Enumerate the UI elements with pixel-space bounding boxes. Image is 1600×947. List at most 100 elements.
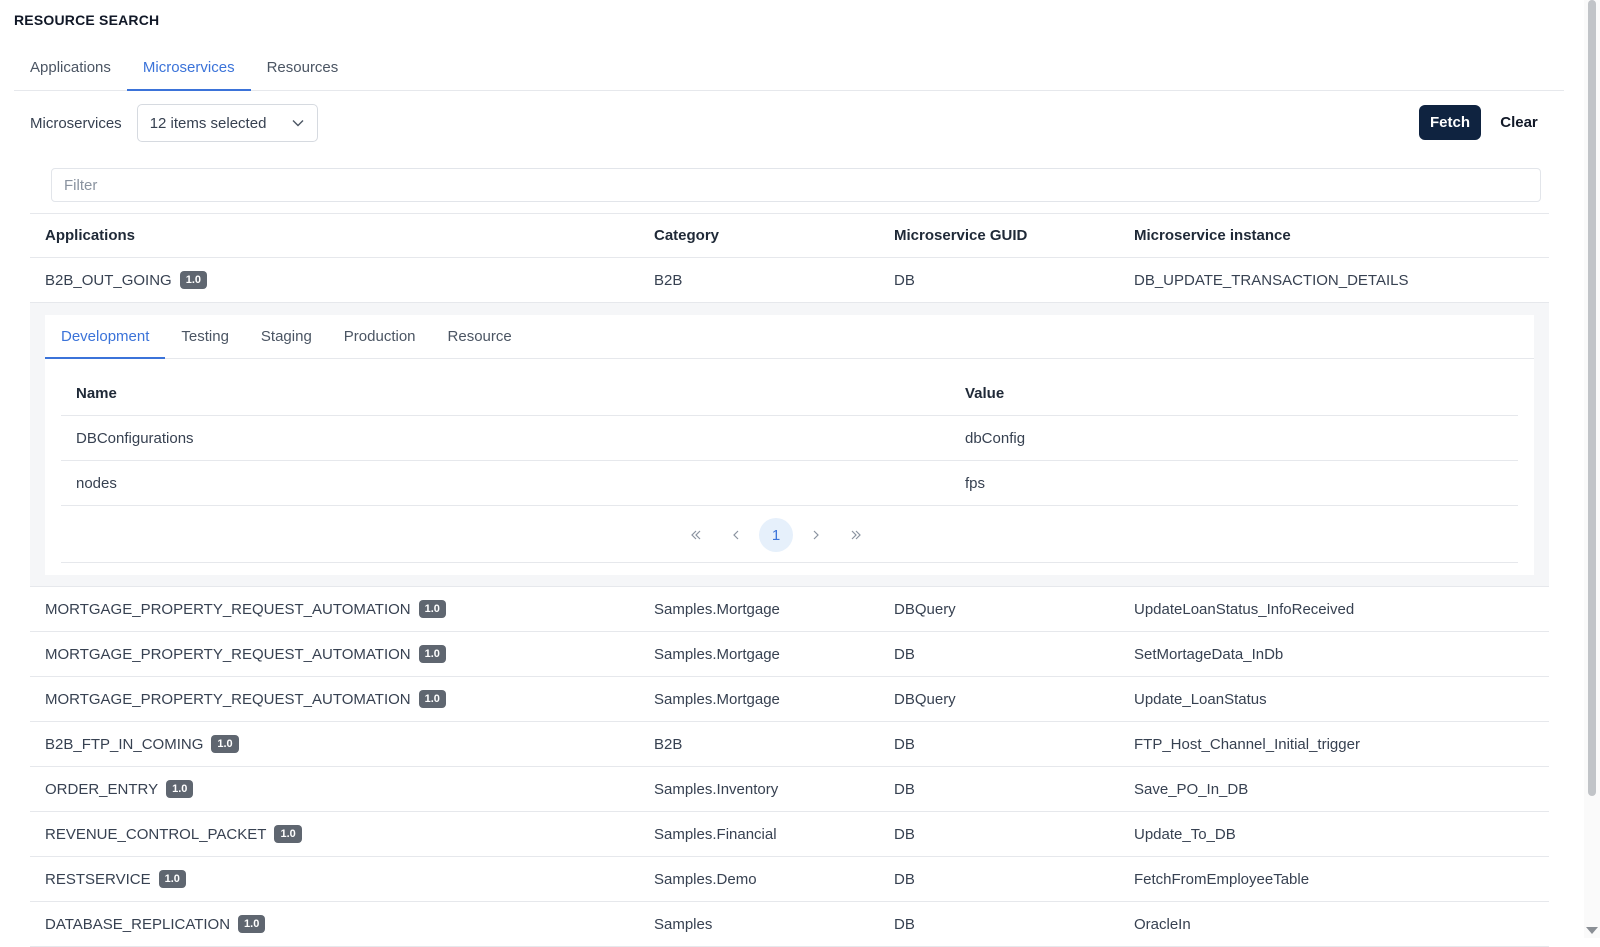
category-cell: B2B — [654, 735, 683, 753]
version-badge: 1.0 — [418, 600, 446, 618]
last-page-button[interactable] — [839, 518, 873, 552]
app-cell: RESTSERVICE 1.0 — [45, 870, 186, 888]
instance-cell: OracleIn — [1134, 915, 1191, 933]
table-row[interactable]: REVENUE_CONTROL_PACKET 1.0 Samples.Financ… — [30, 812, 1549, 857]
category-cell: Samples.Inventory — [654, 780, 779, 798]
tab-resource[interactable]: Resource — [432, 315, 528, 359]
chevron-left-icon — [733, 530, 739, 540]
category-cell: Samples.Mortgage — [654, 600, 780, 618]
microservices-select-value: 12 items selected — [149, 114, 267, 132]
category-cell: Samples.Mortgage — [654, 645, 780, 663]
instance-cell: Update_To_DB — [1134, 825, 1236, 843]
tab-staging[interactable]: Staging — [245, 315, 328, 359]
instance-cell: DB_UPDATE_TRANSACTION_DETAILS — [1134, 271, 1409, 289]
environment-tabs: Development Testing Staging Production R… — [45, 315, 1534, 359]
chevron-right-icon — [813, 530, 819, 540]
next-page-button[interactable] — [799, 518, 833, 552]
tab-production[interactable]: Production — [328, 315, 432, 359]
category-cell: Samples — [654, 915, 713, 933]
app-cell: ORDER_ENTRY 1.0 — [45, 780, 194, 798]
app-name: REVENUE_CONTROL_PACKET — [45, 825, 267, 843]
vertical-scrollbar[interactable] — [1584, 0, 1600, 938]
column-header-applications[interactable]: Applications — [45, 227, 135, 244]
guid-cell: DB — [894, 645, 915, 663]
app-name: B2B_FTP_IN_COMING — [45, 735, 204, 753]
table-row[interactable]: ORDER_ENTRY 1.0 Samples.Inventory DB Save… — [30, 767, 1549, 812]
guid-cell: DBQuery — [894, 600, 956, 618]
first-page-button[interactable] — [679, 518, 713, 552]
tab-resources[interactable]: Resources — [251, 50, 355, 91]
instance-cell: Save_PO_In_DB — [1134, 780, 1249, 798]
app-name: RESTSERVICE — [45, 870, 151, 888]
chevron-down-icon — [292, 120, 304, 127]
page-title: RESOURCE SEARCH — [14, 12, 160, 28]
version-badge: 1.0 — [418, 690, 446, 708]
table-row[interactable]: MORTGAGE_PROPERTY_REQUEST_AUTOMATION 1.0 … — [30, 632, 1549, 677]
config-table-header: Name Value — [61, 371, 1518, 416]
app-cell: MORTGAGE_PROPERTY_REQUEST_AUTOMATION 1.0 — [45, 645, 446, 663]
app-cell: MORTGAGE_PROPERTY_REQUEST_AUTOMATION 1.0 — [45, 600, 446, 618]
guid-cell: DB — [894, 870, 915, 888]
guid-cell: DBQuery — [894, 690, 956, 708]
version-badge: 1.0 — [166, 780, 194, 798]
instance-cell: FetchFromEmployeeTable — [1134, 870, 1310, 888]
instance-cell: SetMortageData_InDb — [1134, 645, 1284, 663]
column-header-name: Name — [76, 384, 117, 402]
instance-cell: Update_LoanStatus — [1134, 690, 1267, 708]
config-name: DBConfigurations — [76, 429, 194, 447]
guid-cell: DB — [894, 735, 915, 753]
page-number-button[interactable]: 1 — [759, 518, 793, 552]
category-cell: Samples.Financial — [654, 825, 777, 843]
column-header-value: Value — [965, 384, 1005, 402]
app-name: DATABASE_REPLICATION — [45, 915, 231, 933]
category-cell: Samples.Mortgage — [654, 690, 780, 708]
app-name: B2B_OUT_GOING — [45, 271, 172, 289]
app-cell: B2B_FTP_IN_COMING 1.0 — [45, 735, 239, 753]
clear-button[interactable]: Clear — [1492, 105, 1546, 140]
table-row[interactable]: RESTSERVICE 1.0 Samples.Demo DB FetchFrom… — [30, 857, 1549, 902]
table-row[interactable]: DATABASE_REPLICATION 1.0 Samples DB Oracl… — [30, 902, 1549, 947]
instance-cell: FTP_Host_Channel_Initial_trigger — [1134, 735, 1360, 753]
guid-cell: DB — [894, 780, 915, 798]
microservices-select[interactable]: 12 items selected — [136, 104, 318, 142]
app-name: MORTGAGE_PROPERTY_REQUEST_AUTOMATION — [45, 645, 411, 663]
app-cell: MORTGAGE_PROPERTY_REQUEST_AUTOMATION 1.0 — [45, 690, 446, 708]
version-badge: 1.0 — [418, 645, 446, 663]
table-row[interactable]: MORTGAGE_PROPERTY_REQUEST_AUTOMATION 1.0 … — [30, 677, 1549, 722]
table-row[interactable]: MORTGAGE_PROPERTY_REQUEST_AUTOMATION 1.0 … — [30, 587, 1549, 632]
version-badge: 1.0 — [238, 915, 266, 933]
expanded-row-detail: Development Testing Staging Production R… — [30, 303, 1549, 587]
tab-microservices[interactable]: Microservices — [126, 50, 251, 91]
category-cell: Samples.Demo — [654, 870, 757, 888]
app-cell: DATABASE_REPLICATION 1.0 — [45, 915, 266, 933]
guid-cell: DB — [894, 271, 915, 289]
tab-applications[interactable]: Applications — [14, 50, 127, 91]
microservices-table: Applications Category Microservice GUID … — [30, 213, 1549, 947]
column-header-guid[interactable]: Microservice GUID — [894, 227, 1027, 244]
config-row: nodes fps — [61, 461, 1518, 506]
fetch-button[interactable]: Fetch — [1419, 105, 1481, 140]
tab-testing[interactable]: Testing — [165, 315, 245, 359]
microservices-label: Microservices — [30, 114, 122, 132]
config-row: DBConfigurations dbConfig — [61, 416, 1518, 461]
microservice-filter-row: Microservices 12 items selected — [30, 104, 318, 142]
tab-development[interactable]: Development — [45, 315, 166, 359]
scroll-down-arrow-icon[interactable] — [1586, 927, 1598, 934]
config-value: fps — [965, 474, 986, 492]
double-chevron-left-icon — [691, 530, 701, 540]
table-header: Applications Category Microservice GUID … — [30, 213, 1549, 258]
version-badge: 1.0 — [179, 271, 207, 289]
column-header-instance[interactable]: Microservice instance — [1134, 227, 1291, 244]
scrollbar-thumb[interactable] — [1588, 0, 1596, 796]
version-badge: 1.0 — [158, 870, 186, 888]
version-badge: 1.0 — [274, 825, 302, 843]
double-chevron-right-icon — [851, 530, 861, 540]
main-tabs: Applications Microservices Resources — [14, 50, 1564, 91]
filter-input[interactable] — [51, 168, 1541, 202]
prev-page-button[interactable] — [719, 518, 753, 552]
column-header-category[interactable]: Category — [654, 227, 719, 244]
app-cell: REVENUE_CONTROL_PACKET 1.0 — [45, 825, 302, 843]
table-row[interactable]: B2B_OUT_GOING 1.0 B2B DB DB_UPDATE_TRANSA… — [30, 258, 1549, 303]
app-cell: B2B_OUT_GOING 1.0 — [45, 271, 207, 289]
table-row[interactable]: B2B_FTP_IN_COMING 1.0 B2B DB FTP_Host_Cha… — [30, 722, 1549, 767]
